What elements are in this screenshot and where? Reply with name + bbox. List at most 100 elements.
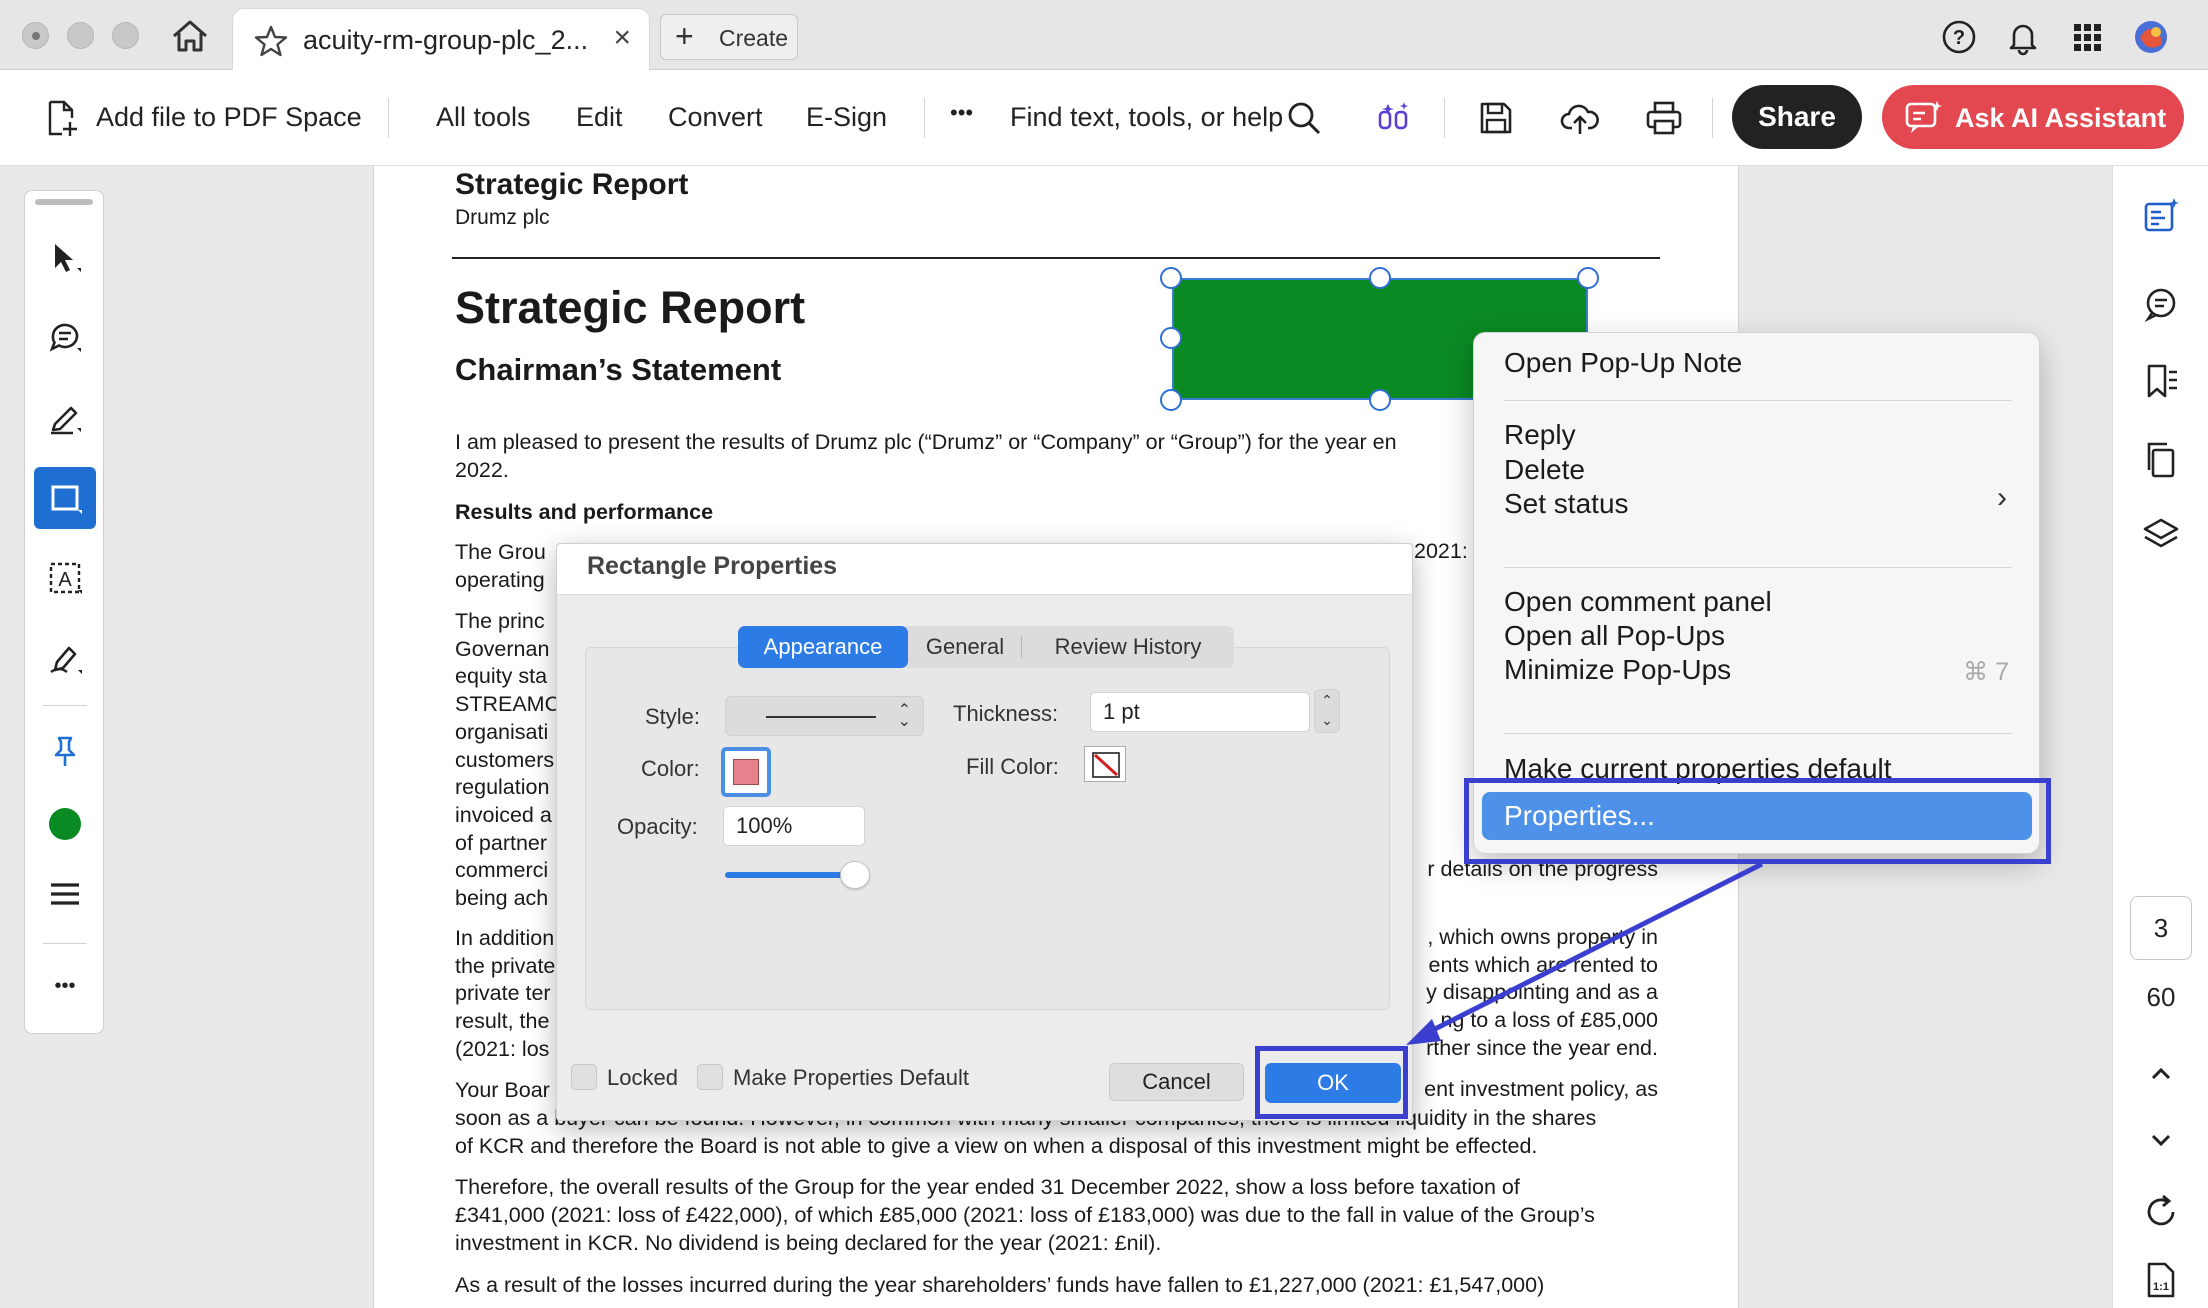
- pin-tool[interactable]: [34, 721, 96, 783]
- paragraph-line: ng to a loss of £85,000: [1440, 1008, 1658, 1033]
- refresh-icon[interactable]: [2141, 1192, 2181, 1232]
- ai-generate-icon[interactable]: [2141, 196, 2181, 236]
- style-select[interactable]: ⌃ ⌄: [725, 696, 924, 736]
- search-icon[interactable]: [1286, 100, 1322, 136]
- more-icon[interactable]: •••: [34, 961, 96, 1023]
- help-icon[interactable]: ?: [1940, 18, 1978, 56]
- tab-title: acuity-rm-group-plc_2...: [303, 25, 589, 55]
- resize-handle[interactable]: [1160, 327, 1182, 349]
- draw-icon: [50, 646, 82, 674]
- edit-button[interactable]: Edit: [576, 102, 623, 133]
- share-button[interactable]: Share: [1732, 85, 1862, 149]
- create-button[interactable]: + Create: [660, 14, 798, 60]
- bell-icon[interactable]: [2004, 18, 2042, 56]
- menu-item-delete[interactable]: Delete: [1504, 454, 1585, 486]
- pages-icon[interactable]: [2141, 440, 2181, 480]
- paragraph-line: y disappointing and as a: [1426, 980, 1658, 1005]
- color-picker[interactable]: [34, 793, 96, 855]
- opacity-slider-thumb[interactable]: [840, 861, 870, 889]
- cancel-button[interactable]: Cancel: [1109, 1063, 1244, 1101]
- resize-handle[interactable]: [1577, 267, 1599, 289]
- add-file-button[interactable]: Add file to PDF Space: [96, 102, 362, 133]
- window-close-button[interactable]: [22, 22, 49, 49]
- highlight-tool[interactable]: [34, 387, 96, 449]
- resize-handle[interactable]: [1369, 267, 1391, 289]
- fill-color-label: Fill Color:: [966, 754, 1059, 779]
- save-icon[interactable]: [1476, 98, 1516, 138]
- thickness-stepper[interactable]: ⌃ ⌄: [1314, 689, 1340, 733]
- menu-item-open-comment-panel[interactable]: Open comment panel: [1504, 586, 1772, 618]
- locked-label: Locked: [607, 1065, 678, 1090]
- opacity-input[interactable]: 100%: [723, 806, 865, 846]
- chevron-up-icon[interactable]: [2141, 1054, 2181, 1094]
- window-zoom-button[interactable]: [112, 22, 139, 49]
- chevron-down-icon[interactable]: [2141, 1120, 2181, 1160]
- select-arrow-icon: [55, 244, 81, 272]
- menu-item-open-popup-note[interactable]: Open Pop-Up Note: [1504, 347, 1742, 379]
- add-file-icon[interactable]: [42, 98, 82, 138]
- bookmark-icon[interactable]: [2141, 362, 2181, 402]
- line-weight-icon: [51, 883, 79, 905]
- line-style-preview: [766, 716, 876, 718]
- page-fit-icon[interactable]: 1:1: [2141, 1260, 2181, 1300]
- current-page-input[interactable]: 3: [2130, 896, 2192, 960]
- print-icon[interactable]: [1644, 98, 1684, 138]
- rail-grip[interactable]: [35, 199, 93, 205]
- apps-grid-icon[interactable]: [2068, 18, 2106, 56]
- svg-text:?: ?: [1953, 27, 1965, 49]
- close-icon[interactable]: ×: [613, 21, 631, 55]
- highlight-box-ok: [1255, 1046, 1408, 1119]
- paragraph-line: , which owns property in: [1427, 925, 1658, 949]
- star-icon[interactable]: [253, 23, 289, 59]
- create-label: Create: [719, 25, 789, 51]
- esign-button[interactable]: E-Sign: [806, 102, 887, 133]
- green-color-dot: [49, 808, 81, 840]
- paragraph-line: of KCR and therefore the Board is not ab…: [455, 1134, 1538, 1158]
- make-default-label: Make Properties Default: [733, 1065, 969, 1090]
- locked-checkbox[interactable]: [571, 1064, 597, 1090]
- ai-assistant-icon: [1905, 101, 1942, 133]
- menu-item-minimize-popups[interactable]: Minimize Pop-Ups: [1504, 654, 1731, 686]
- menu-item-set-status[interactable]: Set status: [1504, 488, 1629, 520]
- total-pages: 60: [2146, 982, 2176, 1012]
- menu-item-reply[interactable]: Reply: [1504, 419, 1576, 451]
- resize-handle[interactable]: [1160, 267, 1182, 289]
- avatar[interactable]: [2132, 18, 2170, 56]
- window-minimize-button[interactable]: [67, 22, 94, 49]
- rectangle-tool[interactable]: [34, 467, 96, 529]
- find-field[interactable]: Find text, tools, or help: [1010, 102, 1283, 133]
- rectangle-properties-dialog: Rectangle Properties Appearance General …: [556, 543, 1413, 1121]
- left-tool-rail: A •••: [24, 190, 104, 1034]
- color-button[interactable]: [721, 747, 771, 797]
- draw-tool[interactable]: [34, 627, 96, 689]
- ai-tools-icon[interactable]: [1374, 98, 1414, 138]
- more-tools-icon[interactable]: •••: [950, 100, 973, 126]
- line-weight-tool[interactable]: [34, 863, 96, 925]
- fill-color-button[interactable]: [1084, 746, 1126, 782]
- home-icon[interactable]: [168, 16, 212, 56]
- document-subtitle: Chairman’s Statement: [455, 352, 782, 387]
- section-heading: Results and performance: [455, 500, 714, 524]
- convert-button[interactable]: Convert: [668, 102, 763, 133]
- page-header-title: Strategic Report: [455, 168, 689, 201]
- resize-handle[interactable]: [1369, 389, 1391, 411]
- tab-appearance[interactable]: Appearance: [738, 626, 908, 668]
- resize-handle[interactable]: [1160, 389, 1182, 411]
- comment-panel-icon[interactable]: [2141, 284, 2181, 324]
- text-box-tool[interactable]: A: [34, 547, 96, 609]
- tab-review-history[interactable]: Review History: [1022, 626, 1234, 668]
- layers-icon[interactable]: [2141, 516, 2181, 556]
- tab-general[interactable]: General: [910, 626, 1020, 668]
- thickness-input[interactable]: 1 pt: [1090, 692, 1310, 732]
- menu-item-open-all-popups[interactable]: Open all Pop-Ups: [1504, 620, 1725, 652]
- ask-ai-assistant-button[interactable]: Ask AI Assistant: [1882, 85, 2184, 149]
- select-tool[interactable]: [34, 227, 96, 289]
- comment-tool[interactable]: [34, 307, 96, 369]
- paragraph-line: £341,000 (2021: loss of £422,000), of wh…: [455, 1203, 1595, 1227]
- make-default-checkbox[interactable]: [697, 1064, 723, 1090]
- thickness-label: Thickness:: [953, 701, 1059, 726]
- document-tab[interactable]: acuity-rm-group-plc_2... ×: [232, 8, 650, 70]
- all-tools-button[interactable]: All tools: [436, 102, 531, 133]
- upload-cloud-icon[interactable]: [1560, 98, 1600, 138]
- opacity-slider-track[interactable]: [725, 872, 845, 878]
